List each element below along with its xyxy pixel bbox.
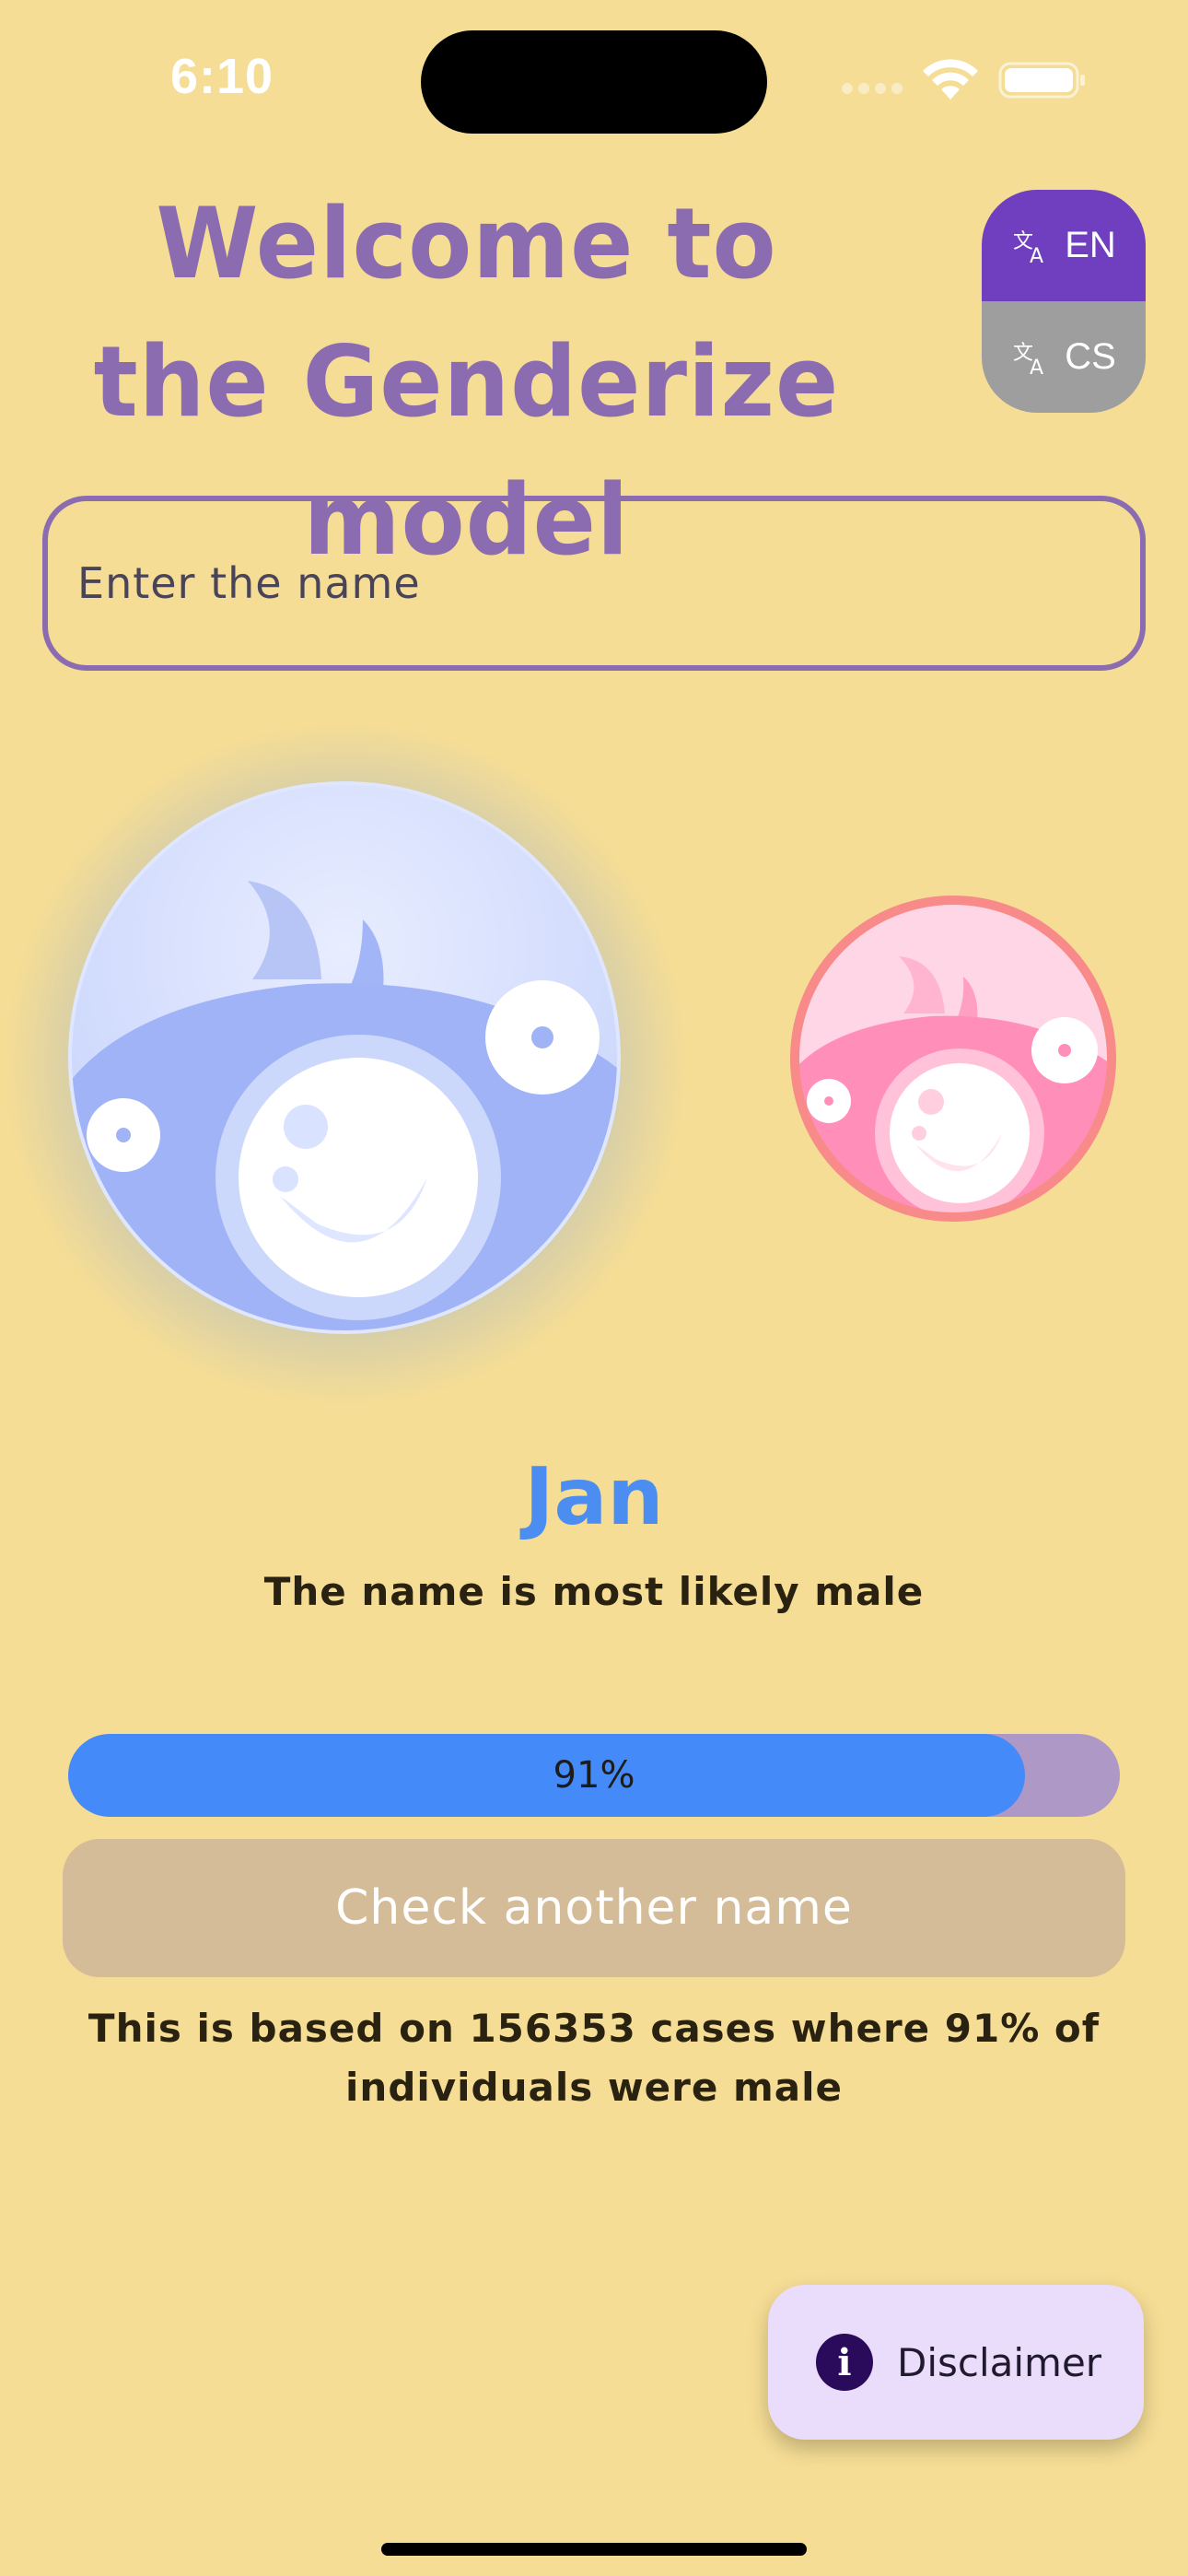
battery-icon: [998, 62, 1085, 99]
probability-bar: 91%: [68, 1734, 1120, 1817]
info-icon: i: [816, 2334, 873, 2391]
cellular-signal-icon: [842, 83, 903, 94]
disclaimer-button[interactable]: i Disclaimer: [768, 2285, 1144, 2440]
svg-text:A: A: [1030, 245, 1043, 266]
basis-text: This is based on 156353 cases where 91% …: [87, 2006, 1101, 2110]
svg-text:A: A: [1030, 357, 1043, 378]
name-input[interactable]: [77, 558, 1140, 608]
probability-label: 91%: [553, 1754, 635, 1797]
dynamic-island: [421, 30, 767, 134]
language-toggle: 文 A EN 文 A CS: [982, 190, 1146, 413]
result-name: Jan: [524, 1451, 664, 1543]
disclaimer-label: Disclaimer: [897, 2339, 1102, 2385]
result-summary: The name is most likely male: [263, 1569, 925, 1614]
translate-icon: 文 A: [1013, 230, 1043, 266]
language-label-cs: CS: [1065, 336, 1116, 377]
language-option-cs[interactable]: 文 A CS: [982, 301, 1146, 413]
name-input-container[interactable]: [42, 496, 1146, 671]
female-avatar: [790, 896, 1116, 1222]
translate-icon: 文 A: [1013, 342, 1043, 378]
male-avatar: [68, 781, 621, 1334]
wifi-icon: [923, 59, 978, 100]
status-time: 6:10: [170, 49, 274, 104]
language-label-en: EN: [1065, 225, 1116, 265]
language-option-en[interactable]: 文 A EN: [982, 190, 1146, 301]
check-another-name-button[interactable]: Check another name: [63, 1839, 1125, 1977]
home-indicator[interactable]: [381, 2543, 807, 2556]
